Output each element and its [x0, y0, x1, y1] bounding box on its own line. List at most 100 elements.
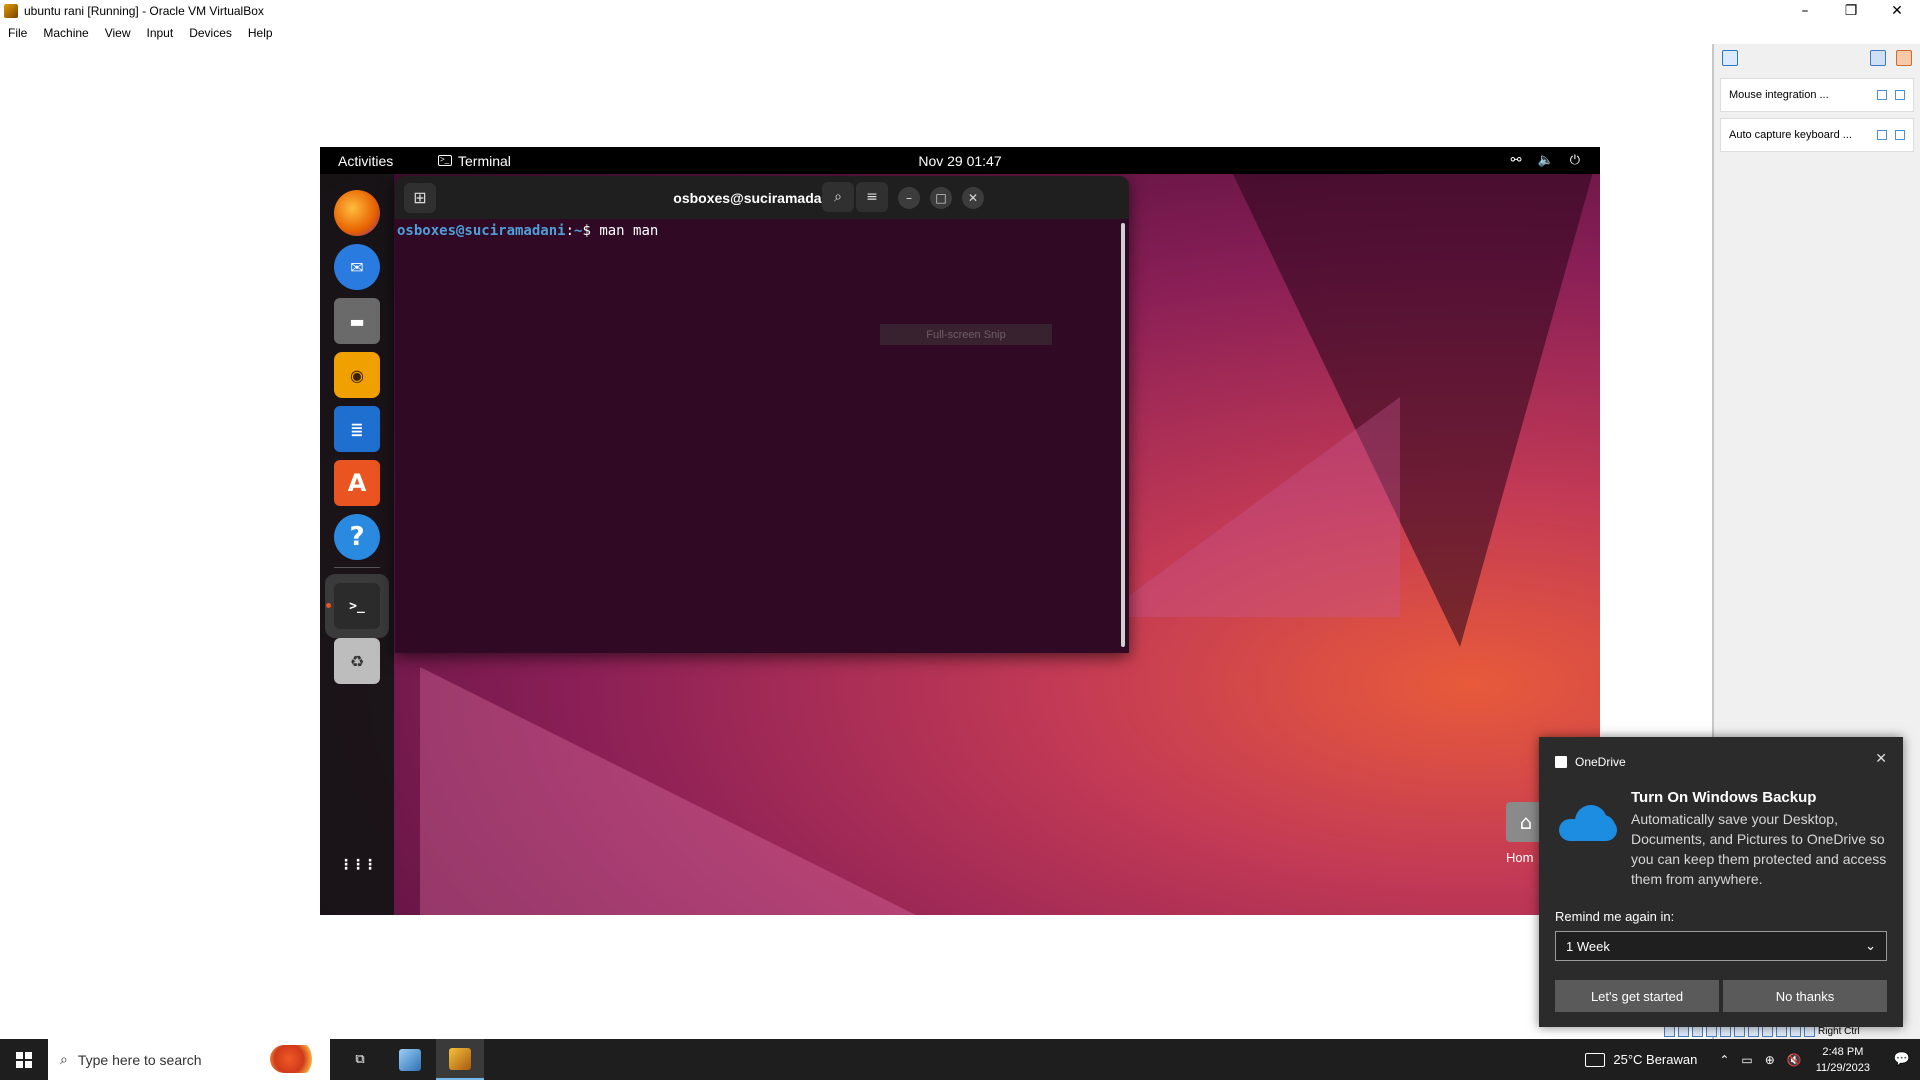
terminal-scrollbar[interactable]: [1121, 223, 1125, 647]
task-view-icon[interactable]: ⧉: [336, 1039, 384, 1080]
terminal-output[interactable]: osboxes@suciramadani:~$ man man: [395, 219, 1129, 653]
toast-header: OneDrive: [1555, 755, 1626, 769]
network-status-icon[interactable]: [1706, 1026, 1717, 1037]
virtualbox-app-icon: [4, 4, 18, 18]
network-icon[interactable]: ⚯: [1511, 153, 1522, 168]
show-hidden-icons-icon[interactable]: ⌃: [1719, 1053, 1729, 1067]
app-center-icon[interactable]: A: [334, 460, 380, 506]
gnome-system-tray[interactable]: ⚯ 🔈 ⏻: [1511, 153, 1580, 168]
dismiss-icon[interactable]: [1895, 130, 1905, 140]
help-icon[interactable]: ?: [334, 514, 380, 560]
gnome-clock[interactable]: Nov 29 01:47: [320, 153, 1600, 169]
terminal-minimize-button[interactable]: –: [898, 187, 920, 209]
rhythmbox-icon[interactable]: ◉: [334, 352, 380, 398]
terminal-small-icon: >_: [438, 155, 452, 166]
virtualbox-vm-taskbar-icon[interactable]: [436, 1039, 484, 1080]
lets-get-started-button[interactable]: Let's get started: [1555, 980, 1719, 1012]
menu-file[interactable]: File: [0, 26, 35, 40]
show-apps-icon[interactable]: ⋮⋮⋮: [334, 842, 380, 888]
trash-icon[interactable]: ♻: [334, 638, 380, 684]
restore-button[interactable]: ❐: [1828, 0, 1874, 22]
new-tab-button[interactable]: ⊞: [404, 182, 436, 213]
taskbar-time: 2:48 PM: [1822, 1045, 1864, 1058]
terminal-search-button[interactable]: ⌕: [822, 182, 854, 212]
volume-muted-icon[interactable]: 🔇: [1787, 1053, 1802, 1067]
shared-folders-icon[interactable]: [1734, 1026, 1745, 1037]
writer-icon[interactable]: ≣: [334, 406, 380, 452]
search-placeholder: Type here to search: [77, 1051, 202, 1068]
terminal-maximize-button[interactable]: □: [930, 187, 952, 209]
menu-view[interactable]: View: [97, 26, 139, 40]
volume-icon[interactable]: 🔈: [1538, 153, 1554, 168]
remind-select-value: 1 Week: [1566, 938, 1610, 954]
terminal-menu-button[interactable]: ≡: [856, 182, 888, 212]
remind-select[interactable]: 1 Week ⌄: [1555, 931, 1887, 961]
start-button[interactable]: [0, 1039, 48, 1080]
remind-label: Remind me again in:: [1555, 909, 1675, 924]
toast-close-icon[interactable]: ✕: [1875, 751, 1887, 767]
toast-app-name: OneDrive: [1575, 755, 1626, 769]
app-menu[interactable]: >_ Terminal: [438, 153, 511, 169]
onedrive-toast[interactable]: OneDrive ✕ Turn On Windows Backup Automa…: [1539, 737, 1903, 1027]
wallpaper-shard: [1100, 397, 1400, 617]
terminal-headerbar[interactable]: ⊞ osboxes@suciramadani: ~ ⌕ ≡ – □ ✕: [395, 176, 1129, 219]
close-button[interactable]: ✕: [1874, 0, 1920, 22]
menu-help[interactable]: Help: [240, 26, 281, 40]
toggle-icon[interactable]: [1877, 130, 1887, 140]
dismiss-icon[interactable]: [1895, 90, 1905, 100]
recording-status-icon[interactable]: [1762, 1026, 1773, 1037]
windows-taskbar: ⌕ Type here to search ⧉ 25°C Berawan ⌃ ▭…: [0, 1039, 1920, 1080]
menu-devices[interactable]: Devices: [181, 26, 240, 40]
host-key-label: Right Ctrl: [1818, 1026, 1860, 1037]
sort-icon[interactable]: [1870, 50, 1886, 66]
meet-now-icon[interactable]: ▭: [1741, 1053, 1752, 1067]
terminal-command: man man: [599, 223, 659, 239]
menu-machine[interactable]: Machine: [35, 26, 96, 40]
notification-label: Auto capture keyboard ...: [1729, 129, 1852, 141]
action-center-icon[interactable]: 💬: [1884, 1039, 1920, 1080]
chevron-down-icon: ⌄: [1865, 938, 1876, 954]
app-menu-label: Terminal: [458, 152, 511, 169]
notification-mouse-integration[interactable]: Mouse integration ...: [1720, 78, 1914, 112]
terminal-close-button[interactable]: ✕: [962, 187, 984, 209]
audio-status-icon[interactable]: [1692, 1026, 1703, 1037]
toggle-icon[interactable]: [1877, 90, 1887, 100]
weather-widget[interactable]: 25°C Berawan: [1585, 1052, 1697, 1067]
terminal-window[interactable]: ⊞ osboxes@suciramadani: ~ ⌕ ≡ – □ ✕ osbo…: [395, 176, 1129, 653]
taskbar-date: 11/29/2023: [1815, 1061, 1870, 1074]
tray-icons: ⌃ ▭ ⊕ 🔇: [1719, 1053, 1801, 1067]
usb-status-icon[interactable]: [1720, 1026, 1731, 1037]
terminal-icon[interactable]: >_: [334, 583, 380, 629]
notification-auto-capture[interactable]: Auto capture keyboard ...: [1720, 118, 1914, 152]
keyboard-status-icon[interactable]: [1804, 1026, 1815, 1037]
firefox-icon[interactable]: [334, 190, 380, 236]
taskbar-clock[interactable]: 2:48 PM 11/29/2023: [1816, 1044, 1870, 1076]
optical-status-icon[interactable]: [1678, 1026, 1689, 1037]
snip-overlay: Full-screen Snip: [880, 324, 1052, 345]
menu-input[interactable]: Input: [139, 26, 182, 40]
mouse-status-icon[interactable]: [1790, 1026, 1801, 1037]
running-indicator: [326, 603, 331, 608]
search-icon: ⌕: [60, 1051, 68, 1068]
power-icon[interactable]: ⏻: [1570, 153, 1580, 168]
display-status-icon[interactable]: [1748, 1026, 1759, 1037]
activities-button[interactable]: Activities: [338, 153, 393, 169]
ubuntu-vm-screen[interactable]: Activities >_ Terminal Nov 29 01:47 ⚯ 🔈 …: [320, 147, 1600, 915]
notification-center-icon[interactable]: [1722, 50, 1738, 66]
dock-separator: [334, 567, 380, 568]
clear-all-icon[interactable]: [1896, 50, 1912, 66]
files-icon[interactable]: ▬: [334, 298, 380, 344]
minimize-button[interactable]: –: [1782, 0, 1828, 22]
hdd-status-icon[interactable]: [1664, 1026, 1675, 1037]
network-globe-icon[interactable]: ⊕: [1765, 1053, 1775, 1067]
prompt-user: osboxes@suciramadani: [397, 223, 566, 239]
virtualbox-manager-taskbar-icon[interactable]: [386, 1039, 434, 1080]
gnome-top-bar: Activities >_ Terminal Nov 29 01:47 ⚯ 🔈 …: [320, 147, 1600, 174]
thunderbird-icon[interactable]: ✉: [334, 244, 380, 290]
no-thanks-button[interactable]: No thanks: [1723, 980, 1887, 1012]
weather-icon: [1585, 1052, 1606, 1067]
search-highlight-icon[interactable]: [270, 1045, 318, 1073]
window-title: ubuntu rani [Running] - Oracle VM Virtua…: [24, 4, 264, 18]
taskbar-search[interactable]: ⌕ Type here to search: [48, 1039, 330, 1080]
cpu-status-icon[interactable]: [1776, 1026, 1787, 1037]
